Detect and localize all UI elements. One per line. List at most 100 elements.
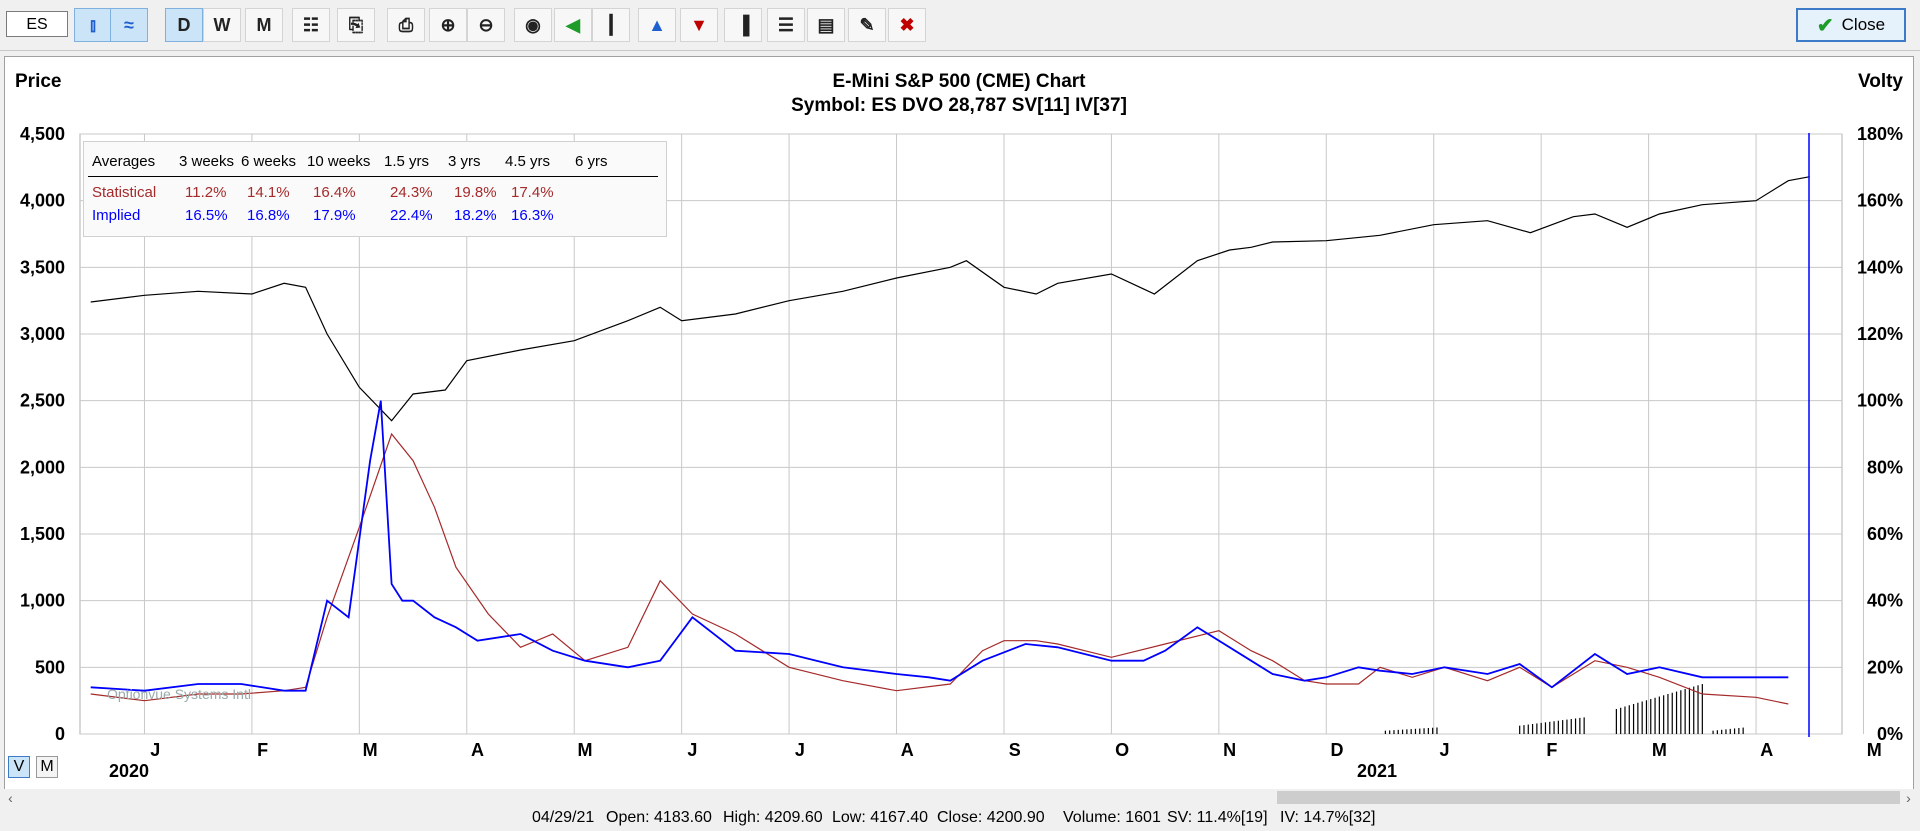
x-tick-month: J	[687, 740, 697, 760]
status-high: High: 4209.60	[723, 809, 823, 826]
avg-header: 6 weeks	[241, 153, 297, 170]
scroll-thumb[interactable]	[1277, 791, 1900, 804]
volume-bars-button[interactable]: ▐	[724, 8, 762, 42]
daily-button[interactable]: D	[165, 8, 203, 42]
chart-title: E-Mini S&P 500 (CME) Chart	[832, 71, 1086, 92]
avg-header: 1.5 yrs	[384, 153, 430, 170]
x-tick-month: N	[1223, 740, 1236, 760]
x-tick-month: F	[257, 740, 268, 760]
watermark-text: Optionvue Systems Intl	[107, 686, 251, 702]
x-tick-month: A	[901, 740, 914, 760]
scroll-left-icon[interactable]: ‹	[2, 789, 19, 806]
avg-value: 16.8%	[247, 207, 290, 224]
y-tick-left: 3,500	[20, 257, 65, 277]
copy-button[interactable]: ⎘	[337, 8, 375, 42]
view-m-toggle[interactable]: M	[36, 756, 58, 778]
x-tick-month: M	[363, 740, 378, 760]
x-tick-month: J	[1439, 740, 1449, 760]
avg-header: 10 weeks	[307, 153, 371, 170]
x-tick-month: J	[795, 740, 805, 760]
avg-value: 16.3%	[511, 207, 554, 224]
avg-value: 11.2%	[185, 184, 227, 201]
x-tick-month: F	[1546, 740, 1557, 760]
y-tick-left: 3,000	[20, 324, 65, 344]
avg-header: 4.5 yrs	[505, 153, 551, 170]
monthly-button[interactable]: M	[245, 8, 283, 42]
avg-header: Averages	[92, 153, 156, 170]
y-tick-left: 500	[35, 657, 65, 677]
y-tick-right: 80%	[1867, 457, 1903, 477]
status-low: Low: 4167.40	[832, 809, 929, 826]
close-label: Close	[1841, 15, 1886, 34]
chart-settings-button[interactable]: ☷	[292, 8, 330, 42]
avg-row-label: Statistical	[92, 184, 157, 201]
y-axis-label-left: Price	[15, 71, 61, 92]
weekly-button[interactable]: W	[203, 8, 241, 42]
multi-chart-button[interactable]: ☰	[767, 8, 805, 42]
x-tick-month: M	[577, 740, 592, 760]
chart-subtitle: Symbol: ES DVO 28,787 SV[11] IV[37]	[791, 95, 1127, 116]
symbol-input[interactable]: ES	[6, 11, 68, 37]
status-close: Close: 4200.90	[937, 809, 1045, 826]
status-volume: Volume: 1601	[1063, 809, 1161, 826]
zoom-out-button[interactable]: ⊖	[467, 8, 505, 42]
bar-chart-button[interactable]: ⫾	[74, 8, 112, 42]
y-axis-label-right: Volty	[1858, 71, 1903, 92]
status-iv: IV: 14.7%[32]	[1280, 809, 1376, 826]
status-bar: 04/29/21 Open: 4183.60 High: 4209.60 Low…	[0, 808, 1920, 831]
target-button[interactable]: ◉	[514, 8, 552, 42]
x-tick-month: A	[1760, 740, 1773, 760]
y-tick-right: 140%	[1857, 257, 1903, 277]
view-v-toggle[interactable]: V	[8, 756, 30, 778]
avg-header: 6 yrs	[575, 153, 608, 170]
avg-value: 16.5%	[185, 207, 228, 224]
avg-value: 17.9%	[313, 207, 356, 224]
x-year-2021: 2021	[1357, 761, 1397, 781]
line-chart-button[interactable]: ≈	[110, 8, 148, 42]
x-tick-month: A	[471, 740, 484, 760]
candles-button[interactable]: ┃	[592, 8, 630, 42]
print-button[interactable]: ⎙	[387, 8, 425, 42]
avg-value: 18.2%	[454, 207, 497, 224]
y-tick-right: 40%	[1867, 591, 1903, 611]
x-tick-month: D	[1331, 740, 1344, 760]
y-tick-left: 0	[55, 724, 65, 744]
y-tick-left: 1,000	[20, 591, 65, 611]
y-tick-right: 120%	[1857, 324, 1903, 344]
avg-divider	[88, 176, 658, 177]
avg-value: 14.1%	[247, 184, 290, 201]
arrow-button[interactable]: ◀	[554, 8, 592, 42]
y-tick-left: 1,500	[20, 524, 65, 544]
y-tick-left: 4,500	[20, 124, 65, 144]
y-tick-left: 2,000	[20, 457, 65, 477]
zoom-in-button[interactable]: ⊕	[429, 8, 467, 42]
x-tick-month: S	[1009, 740, 1021, 760]
checkmark-icon: ✔	[1816, 14, 1834, 37]
triangle-down-button[interactable]: ▼	[680, 8, 718, 42]
avg-value: 24.3%	[390, 184, 433, 201]
avg-row-label: Implied	[92, 207, 141, 224]
horizontal-scrollbar[interactable]: ‹ ›	[0, 789, 1920, 806]
delete-button[interactable]: ✖	[888, 8, 926, 42]
averages-table: Averages 3 weeks 6 weeks 10 weeks 1.5 yrs 3 y…	[83, 141, 667, 237]
y-tick-right: 60%	[1867, 524, 1903, 544]
status-date: 04/29/21	[532, 809, 595, 826]
avg-value: 19.8%	[454, 184, 497, 201]
x-tick-month: M	[1867, 740, 1882, 760]
close-button[interactable]: ✔ Close	[1796, 8, 1906, 42]
triangle-button[interactable]: ▲	[638, 8, 676, 42]
x-tick-month: O	[1115, 740, 1129, 760]
y-tick-right: 160%	[1857, 191, 1903, 211]
notes-button[interactable]: ▤	[807, 8, 845, 42]
toolbar: ES ⫾ ≈ D W M ☷ ⎘ ⎙ ⊕ ⊖ ◉ ◀ ┃ ▲ ▼ ▐ ☰ ▤ ✎ ✖ ✔ Close	[0, 0, 1920, 51]
avg-header: 3 yrs	[448, 153, 481, 170]
draw-pencil-button[interactable]: ✎	[848, 8, 886, 42]
avg-header: 3 weeks	[179, 153, 235, 170]
y-tick-right: 180%	[1857, 124, 1903, 144]
avg-value: 17.4%	[511, 184, 554, 201]
implied-series	[90, 400, 1789, 692]
status-open: Open: 4183.60	[606, 809, 712, 826]
avg-value: 22.4%	[390, 207, 433, 224]
avg-value: 16.4%	[313, 184, 356, 201]
scroll-right-icon[interactable]: ›	[1900, 789, 1917, 806]
